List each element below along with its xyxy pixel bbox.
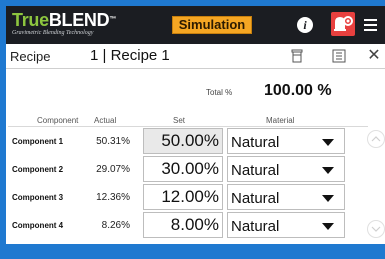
component-name: Component 1	[12, 137, 64, 146]
set-input[interactable]: 8.00%	[143, 212, 223, 238]
document-icon[interactable]	[331, 48, 347, 64]
set-input[interactable]: 12.00%	[143, 184, 223, 210]
logo-accent: True	[12, 10, 49, 30]
chevron-down-icon	[322, 195, 334, 202]
table-row: Component 2 29.07% 30.00% Natural	[8, 155, 368, 183]
material-dropdown[interactable]: Natural	[227, 156, 345, 182]
actual-value: 12.36%	[96, 192, 130, 203]
logo-rest: BLEND	[48, 10, 110, 30]
menu-icon[interactable]	[362, 15, 382, 35]
header-material: Material	[266, 116, 295, 125]
material-dropdown[interactable]: Natural	[227, 184, 345, 210]
header-actual: Actual	[94, 116, 117, 125]
material-value: Natural	[231, 190, 280, 207]
table-row: Component 4 8.26% 8.00% Natural	[8, 211, 368, 239]
trueblend-logo: TrueBLEND™ Gravimetric Blending Technolo…	[12, 11, 122, 39]
info-icon[interactable]: i	[295, 15, 315, 35]
set-input[interactable]: 50.00%	[143, 128, 223, 154]
header-set: Set	[173, 116, 186, 125]
trash-icon[interactable]	[289, 48, 305, 64]
top-bar: TrueBLEND™ Gravimetric Blending Technolo…	[6, 6, 385, 44]
recipe-label: Recipe	[10, 49, 51, 64]
table-headers: Component Actual Set Material	[6, 114, 385, 126]
logo-subtitle: Gravimetric Blending Technology	[12, 30, 94, 36]
simulation-badge[interactable]: Simulation	[172, 16, 252, 34]
material-value: Natural	[231, 162, 280, 179]
table-row: Component 3 12.36% 12.00% Natural	[8, 183, 368, 211]
logo-tm: ™	[109, 16, 117, 23]
header-component: Component	[37, 116, 79, 125]
chevron-down-icon	[322, 223, 334, 230]
set-input[interactable]: 30.00%	[143, 156, 223, 182]
chevron-down-icon	[322, 139, 334, 146]
total-label: Total %	[206, 88, 233, 97]
alarm-settings-icon[interactable]	[331, 12, 355, 36]
app-frame: TrueBLEND™ Gravimetric Blending Technolo…	[0, 0, 385, 259]
hmi-screen: TrueBLEND™ Gravimetric Blending Technolo…	[6, 6, 385, 244]
material-dropdown[interactable]: Natural	[227, 212, 345, 238]
recipe-bar: Recipe 1 | Recipe 1 ✕	[6, 44, 385, 69]
component-name: Component 2	[12, 165, 64, 174]
actual-value: 50.31%	[96, 136, 130, 147]
table-row: Component 1 50.31% 50.00% Natural	[8, 127, 368, 155]
actual-value: 29.07%	[96, 164, 130, 175]
scroll-down-button[interactable]	[367, 220, 385, 238]
close-icon[interactable]: ✕	[366, 48, 382, 64]
scroll-up-button[interactable]	[367, 130, 385, 148]
material-value: Natural	[231, 218, 280, 235]
chevron-down-icon	[322, 167, 334, 174]
component-name: Component 4	[12, 221, 64, 230]
total-value: 100.00 %	[264, 82, 332, 99]
total-row: Total % 100.00 %	[6, 81, 385, 105]
recipe-title[interactable]: 1 | Recipe 1	[90, 47, 170, 64]
component-name: Component 3	[12, 193, 64, 202]
material-value: Natural	[231, 134, 280, 151]
actual-value: 8.26%	[101, 220, 130, 231]
material-dropdown[interactable]: Natural	[227, 128, 345, 154]
